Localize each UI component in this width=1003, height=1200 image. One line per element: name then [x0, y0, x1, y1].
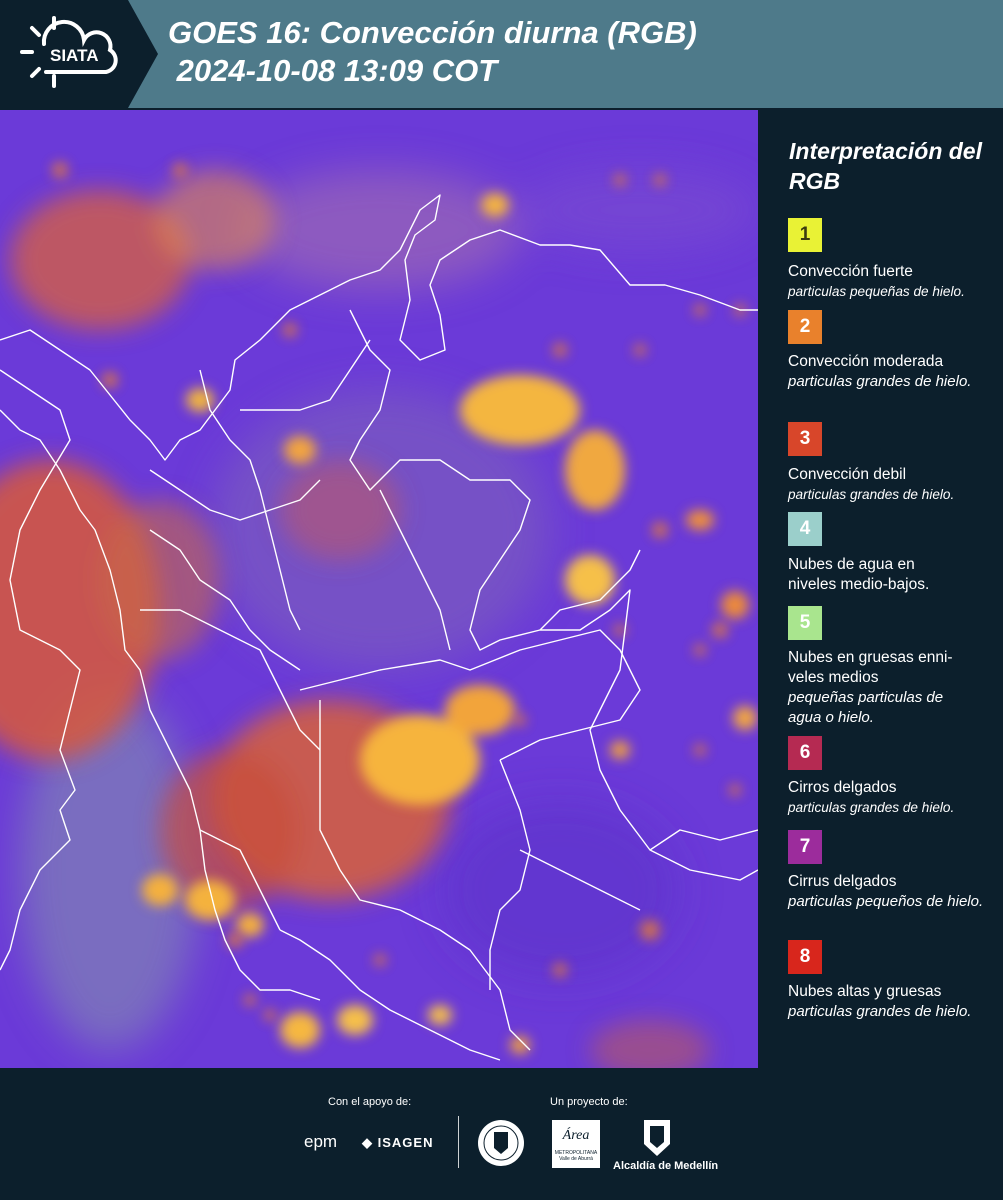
area-logo-text: Área: [562, 1128, 590, 1143]
legend-label: Convección moderada: [788, 353, 944, 370]
legend-item-4: Nubes de agua en niveles medio-bajos.: [788, 555, 958, 595]
legend-sub: particulas grandes de hielo.: [788, 487, 955, 502]
legend-item-2: Convección moderada particulas grandes de…: [788, 352, 988, 392]
legend-item-1: Convección fuerte particulas pequeñas de …: [788, 262, 988, 302]
swatch-number: 3: [799, 428, 811, 449]
header-bar: SIATA GOES 16: Convección diurna (RGB) 2…: [0, 0, 1003, 108]
medellin-shield-icon: [644, 1120, 670, 1156]
swatch-number: 4: [799, 518, 811, 539]
legend-sub: particulas grandes de hielo.: [788, 800, 955, 815]
footer: Con el apoyo de: Un proyecto de: epm ◆ I…: [0, 1070, 1003, 1200]
legend-item-8: Nubes altas y gruesas particulas grandes …: [788, 982, 988, 1022]
legend-swatch-8: 8: [788, 940, 822, 974]
map-svg: [0, 110, 758, 1068]
swatch-number: 1: [799, 224, 811, 245]
swatch-number: 8: [799, 946, 811, 967]
title-line-2: 2024-10-08 13:09 COT: [168, 53, 498, 88]
legend-title: Interpretación del RGB: [789, 138, 982, 194]
legend-swatch-3: 3: [788, 422, 822, 456]
medellin-logo-text: Alcaldía de Medellín: [613, 1160, 719, 1172]
swatch-number: 5: [799, 612, 811, 633]
swatch-number: 6: [799, 742, 811, 763]
legend-swatch-5: 5: [788, 606, 822, 640]
swatch-number: 7: [799, 836, 811, 857]
logo-text: SIATA: [50, 46, 98, 65]
legend-sub: particulas pequeñas de hielo.: [788, 284, 965, 299]
legend-sub: particulas pequeños de hielo.: [788, 893, 984, 910]
area-logo-sub: METROPOLITANA Valle de Aburrá: [554, 1150, 598, 1162]
legend-swatch-1: 1: [788, 218, 822, 252]
title-line-1: GOES 16: Convección diurna (RGB): [168, 15, 697, 50]
legend-label: Cirros delgados: [788, 779, 897, 796]
legend-label: Convección debil: [788, 466, 907, 483]
epm-logo: epm: [304, 1132, 338, 1151]
legend-swatch-6: 6: [788, 736, 822, 770]
legend-item-7: Cirrus delgados particulas pequeños de hi…: [788, 872, 988, 912]
legend-label: Convección fuerte: [788, 263, 913, 280]
footer-divider: [458, 1116, 459, 1168]
legend-label: Nubes de agua en niveles medio-bajos.: [788, 556, 930, 593]
legend-item-6: Cirros delgados particulas grandes de hie…: [788, 778, 988, 818]
legend-swatch-4: 4: [788, 512, 822, 546]
legend-label: Nubes en gruesas enni-veles medios: [788, 649, 953, 686]
legend-item-5: Nubes en gruesas enni-veles medios pequeñ…: [788, 648, 968, 728]
isagen-text: ISAGEN: [377, 1135, 434, 1150]
area-metropolitana-logo: Área METROPOLITANA Valle de Aburrá: [552, 1120, 600, 1168]
legend-label: Cirrus delgados: [788, 873, 897, 890]
swatch-number: 2: [799, 316, 811, 337]
isagen-logo: ◆ ISAGEN: [362, 1135, 433, 1151]
project-label: Un proyecto de:: [550, 1096, 628, 1108]
legend-sub: pequeñas particulas de agua o hielo.: [788, 689, 944, 726]
sun-cloud-icon: SIATA: [20, 16, 118, 88]
seal-logo: [478, 1120, 524, 1166]
siata-logo: SIATA: [0, 0, 158, 108]
legend-sub: particulas grandes de hielo.: [788, 373, 972, 390]
page-title: GOES 16: Convección diurna (RGB) 2024-10…: [168, 14, 697, 90]
legend-item-3: Convección debil particulas grandes de hi…: [788, 465, 988, 505]
support-label: Con el apoyo de:: [328, 1096, 412, 1108]
legend-swatch-2: 2: [788, 310, 822, 344]
legend-label: Nubes altas y gruesas: [788, 983, 942, 1000]
legend-sub: particulas grandes de hielo.: [788, 1003, 972, 1020]
legend-swatch-7: 7: [788, 830, 822, 864]
isagen-icon: ◆: [362, 1135, 378, 1150]
satellite-map: [0, 110, 760, 1068]
legend-panel: Interpretación del RGB 1 Convección fuer…: [760, 110, 1003, 1070]
